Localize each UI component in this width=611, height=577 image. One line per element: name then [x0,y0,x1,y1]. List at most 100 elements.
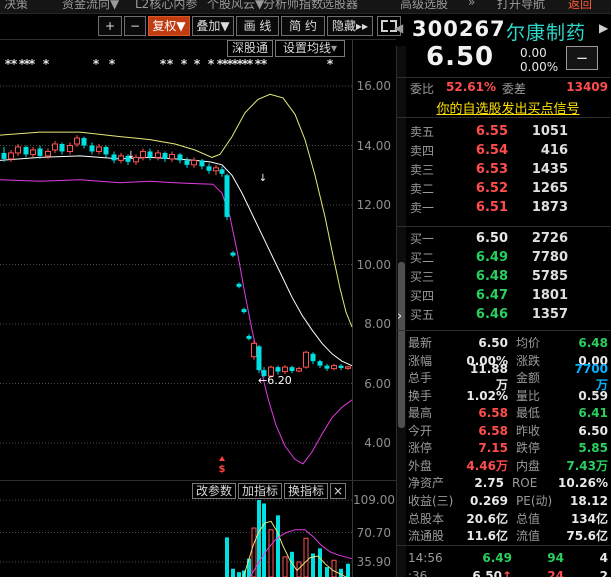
stat-value: 7.15 [478,440,508,455]
indicator-axis-tick: 70.70 [356,525,391,540]
stock-code: 300267 [412,17,506,41]
collapse-arrow-icon[interactable]: › [397,308,407,326]
buy-signal-link[interactable]: 你的自选股发出买点信号 [408,98,608,117]
svg-text:*: * [208,57,215,71]
simple-mode-button[interactable]: 简 约 [281,16,325,36]
buy-row-2[interactable]: 买二 6.49 7780 [410,248,568,267]
stat-value: 18.12 [570,493,608,508]
tick-time: :36 [408,568,428,577]
buy-row-4[interactable]: 买四 6.47 1801 [410,286,568,305]
svg-text:*: * [160,57,167,71]
order-price: 6.49 [475,250,508,265]
fuquan-dropdown[interactable]: 复权▼ [148,16,190,36]
menu-item-6[interactable]: 高级选股 [400,0,448,12]
stat-value: 7.43万 [566,459,608,473]
up-arrow-icon: ↑ [501,568,512,577]
zoom-out-button[interactable]: − [124,16,146,36]
stat-label: 涨幅 [408,354,433,368]
order-volume: 1265 [531,181,568,196]
tick-price: 6.50↑ [448,569,512,577]
pane-divider [0,480,396,481]
buy-row-3[interactable]: 买三 6.48 5785 [410,267,568,286]
menu-item-2[interactable]: L2核心内参 [135,0,197,12]
buy-row-1[interactable]: 买一 6.50 2726 [410,229,568,248]
divider [397,77,611,78]
menu-item-5[interactable]: 选股器 [322,0,358,12]
sell-row-4[interactable]: 卖四 6.54 416 [410,141,568,160]
order-level-label: 买五 [410,308,435,322]
menu-item-0[interactable]: 决策 [4,0,28,12]
next-stock-icon[interactable]: ▶ [599,21,608,35]
order-price: 6.54 [475,143,508,158]
prev-stock-icon[interactable]: ◀ [394,21,403,35]
tick-row[interactable]: 14:56 6.49 94 4 [408,549,608,566]
svg-text:*: * [247,57,254,71]
divider [397,117,611,118]
close-indicator-button[interactable]: × [330,483,346,499]
order-price: 6.47 [475,288,508,303]
svg-text:*: * [43,57,50,71]
change-params-button[interactable]: 改参数 [192,483,236,499]
tick-volume: 94 [547,550,564,565]
menu-item-8[interactable]: 打开导航 [497,0,545,12]
order-level-label: 卖四 [410,144,435,158]
add-indicator-button[interactable]: 加指标 [238,483,282,499]
scrollbar-thumb[interactable] [398,262,405,428]
zoom-in-button[interactable]: + [98,16,122,36]
menu-item-9[interactable]: 返回 [568,0,592,12]
order-level-label: 买二 [410,251,435,265]
menu-item-4[interactable]: 分析师指数 [263,0,323,12]
order-price: 6.52 [475,181,508,196]
main-kline-chart[interactable]: * * *** * * * * * * * * ******* * * *↓↓←6.20$ [0,40,396,480]
stat-value: 0.269 [470,493,508,508]
price-change: 0.00 [520,46,547,60]
buy-row-5[interactable]: 买五 6.46 1357 [410,305,568,324]
stat-label: 内盘 [516,459,541,473]
sell-row-3[interactable]: 卖三 6.53 1435 [410,160,568,179]
sell-row-2[interactable]: 卖二 6.52 1265 [410,179,568,198]
hide-button[interactable]: 隐藏▸▸ [327,16,373,36]
switch-indicator-button[interactable]: 换指标 [284,483,328,499]
tick-volume: 24 [547,568,564,577]
svg-text:↓: ↓ [127,150,135,161]
svg-text:↓: ↓ [259,173,267,184]
order-volume: 1051 [531,124,568,139]
order-price: 6.46 [475,307,508,322]
svg-text:*: * [109,57,116,71]
order-volume: 2726 [531,231,568,246]
stat-label: 总股本 [408,512,445,526]
menu-item-1[interactable]: 资金流向▼ [62,0,119,12]
stat-value: 6.58 [478,423,508,438]
stat-label: 昨收 [516,424,541,438]
sell-row-1[interactable]: 卖一 6.51 1873 [410,198,568,217]
stat-row: 最高 6.58 最低 6.41 [408,404,608,421]
minimize-button[interactable]: − [566,46,598,70]
order-price: 6.53 [475,162,508,177]
stat-value: 5.85 [578,440,608,455]
stat-row: 总股本 20.6亿 总值 134亿 [408,510,608,527]
stat-value: 0.59 [578,388,608,403]
stat-value: 4.46万 [466,459,508,473]
order-level-label: 买四 [410,289,435,303]
stat-value: 6.58 [478,405,508,420]
stat-row: 流通股 11.6亿 流值 75.6亿 [408,527,608,544]
weicha-label: 委差 [502,82,527,96]
sell-row-5[interactable]: 卖五 6.55 1051 [410,122,568,141]
price-change-pct: 0.00% [520,60,559,74]
stat-label: 金额 [516,371,541,385]
stat-row: 净资产 2.75 ROE 10.26% [408,474,608,491]
y-axis-tick: 6.00 [364,376,391,391]
svg-text:*: * [11,57,18,71]
menu-item-7[interactable]: » [468,0,475,9]
stat-label: 外盘 [408,459,433,473]
menu-item-3[interactable]: 个股风云▼ [207,0,264,12]
stat-label: 今开 [408,424,433,438]
overlay-dropdown[interactable]: 叠加▼ [192,16,234,36]
order-level-label: 卖一 [410,201,435,215]
tick-row[interactable]: :36 6.50↑ 24 2 [408,567,608,577]
stat-value: 6.50 [478,335,508,350]
divider [0,13,611,14]
order-level-label: 卖五 [410,125,435,139]
stat-label: 净资产 [408,476,445,490]
draw-line-button[interactable]: 画 线 [236,16,279,36]
